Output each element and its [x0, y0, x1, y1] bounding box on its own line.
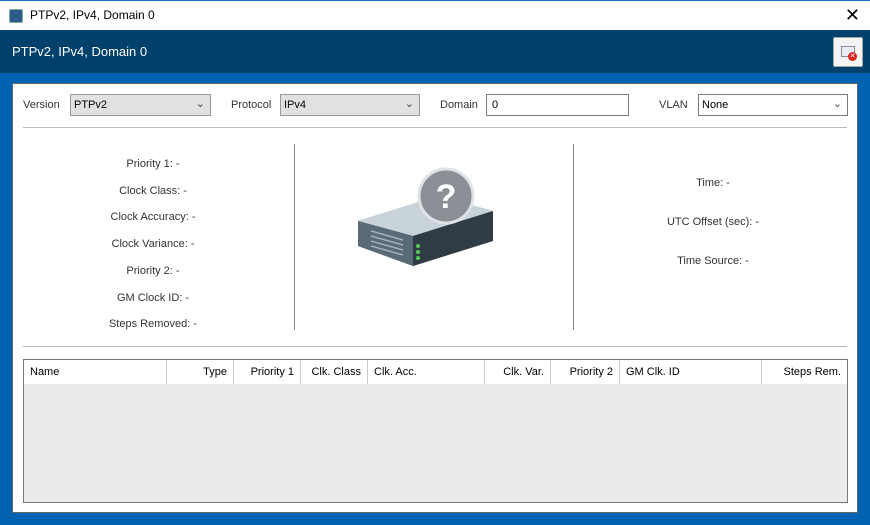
protocol-select[interactable]: IPv4 ⌄ — [280, 94, 420, 116]
version-label: Version — [23, 99, 60, 111]
priority1: Priority 1: - — [126, 158, 180, 170]
time-source: Time Source: - — [677, 255, 749, 267]
main-panel: Version PTPv2 ⌄ Protocol IPv4 ⌄ Domain 0 V… — [12, 83, 858, 513]
gm-clock-id: GM Clock ID: - — [116, 291, 190, 304]
time-info: Time: - UTC Offset (sec): - Time Source:… — [613, 164, 813, 281]
vlan-value: None — [702, 99, 729, 111]
chevron-down-icon: ⌄ — [195, 98, 205, 110]
window-title: PTPv2, IPv4, Domain 0 — [30, 8, 155, 22]
utc-offset: UTC Offset (sec): - — [666, 216, 760, 228]
window-close-red-icon: ✕ — [848, 52, 857, 61]
header-title: PTPv2, IPv4, Domain 0 — [12, 44, 148, 59]
clock-class: Clock Class: - — [119, 184, 187, 197]
window-titlebar: PTPv2, IPv4, Domain 0 ✕ — [0, 0, 870, 30]
col-clk-acc[interactable]: Clk. Acc. — [368, 360, 485, 384]
clock-info: Priority 1: - Clock Class: - Clock Accur… — [53, 151, 253, 338]
clock-table: Name Type Priority 1 Clk. Class Clk. Acc… — [23, 359, 848, 503]
svg-text:?: ? — [436, 178, 457, 216]
vlan-label: VLAN — [659, 99, 688, 111]
col-clk-class[interactable]: Clk. Class — [301, 360, 368, 384]
divider — [573, 144, 574, 330]
divider — [23, 127, 847, 128]
table-header: Name Type Priority 1 Clk. Class Clk. Acc… — [24, 360, 847, 384]
time: Time: - — [696, 177, 730, 189]
protocol-value: IPv4 — [284, 99, 307, 111]
server-unknown-icon: ? — [358, 167, 493, 266]
vlan-select[interactable]: None ⌄ — [698, 94, 848, 116]
version-select[interactable]: PTPv2 ⌄ — [70, 94, 211, 116]
col-name[interactable]: Name — [24, 360, 167, 384]
col-gm-clk-id[interactable]: GM Clk. ID — [620, 360, 762, 384]
col-priority2[interactable]: Priority 2 — [551, 360, 620, 384]
col-steps-rem[interactable]: Steps Rem. — [762, 360, 847, 384]
domain-label: Domain — [440, 99, 478, 111]
divider — [23, 346, 847, 347]
col-type[interactable]: Type — [167, 360, 234, 384]
divider — [294, 144, 295, 330]
steps-removed: Steps Removed: - — [108, 318, 198, 331]
header-band: PTPv2, IPv4, Domain 0 — [0, 30, 870, 73]
version-value: PTPv2 — [74, 99, 108, 111]
app-icon — [9, 9, 23, 23]
chevron-down-icon: ⌄ — [404, 98, 414, 110]
col-priority1[interactable]: Priority 1 — [234, 360, 301, 384]
close-view-button[interactable]: ✕ — [833, 37, 863, 67]
domain-input[interactable]: 0 — [486, 94, 629, 116]
protocol-label: Protocol — [231, 99, 272, 111]
priority2: Priority 2: - — [126, 264, 180, 277]
clock-accuracy: Clock Accuracy: - — [110, 211, 196, 224]
clock-variance: Clock Variance: - — [111, 238, 195, 251]
col-clk-var[interactable]: Clk. Var. — [485, 360, 551, 384]
close-icon[interactable]: ✕ — [845, 5, 860, 26]
chevron-down-icon: ⌄ — [832, 98, 842, 110]
